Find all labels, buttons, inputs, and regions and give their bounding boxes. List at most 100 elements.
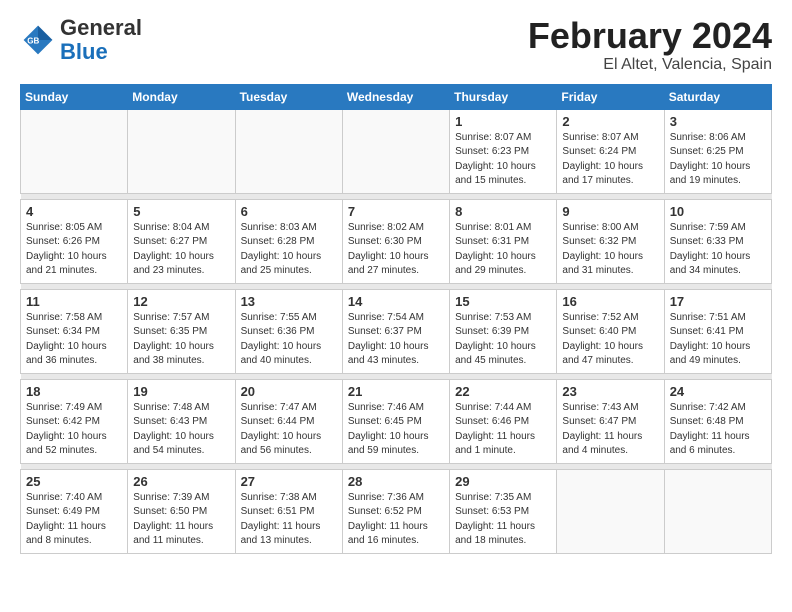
- day-number: 17: [670, 294, 766, 309]
- calendar-day-cell: 9 Sunrise: 8:00 AMSunset: 6:32 PMDaylight…: [557, 199, 664, 283]
- calendar-day-cell: 13 Sunrise: 7:55 AMSunset: 6:36 PMDayligh…: [235, 289, 342, 373]
- day-info: Sunrise: 7:43 AMSunset: 6:47 PMDaylight:…: [562, 401, 658, 459]
- day-info: Sunrise: 7:42 AMSunset: 6:48 PMDaylight:…: [670, 401, 766, 459]
- calendar-day-cell: 5 Sunrise: 8:04 AMSunset: 6:27 PMDaylight…: [128, 199, 235, 283]
- weekday-header: Sunday: [21, 84, 128, 109]
- calendar-day-cell: 6 Sunrise: 8:03 AMSunset: 6:28 PMDaylight…: [235, 199, 342, 283]
- day-number: 6: [241, 204, 337, 219]
- day-number: 26: [133, 474, 229, 489]
- calendar-day-cell: 14 Sunrise: 7:54 AMSunset: 6:37 PMDayligh…: [342, 289, 449, 373]
- day-info: Sunrise: 7:58 AMSunset: 6:34 PMDaylight:…: [26, 311, 122, 369]
- calendar-day-cell: 1Sunrise: 8:07 AMSunset: 6:23 PMDaylight…: [450, 109, 557, 193]
- calendar-day-cell: 28 Sunrise: 7:36 AMSunset: 6:52 PMDayligh…: [342, 469, 449, 553]
- calendar-day-cell: 25 Sunrise: 7:40 AMSunset: 6:49 PMDayligh…: [21, 469, 128, 553]
- calendar-day-cell: 10 Sunrise: 7:59 AMSunset: 6:33 PMDayligh…: [664, 199, 771, 283]
- title-block: February 2024 El Altet, Valencia, Spain: [528, 16, 772, 74]
- day-info: Sunrise: 8:03 AMSunset: 6:28 PMDaylight:…: [241, 221, 337, 279]
- day-number: 12: [133, 294, 229, 309]
- day-number: 7: [348, 204, 444, 219]
- svg-text:GB: GB: [27, 37, 39, 46]
- day-number: 16: [562, 294, 658, 309]
- calendar-day-cell: 23 Sunrise: 7:43 AMSunset: 6:47 PMDayligh…: [557, 379, 664, 463]
- calendar-day-cell: [128, 109, 235, 193]
- calendar-title: February 2024: [528, 16, 772, 56]
- day-number: 27: [241, 474, 337, 489]
- day-number: 25: [26, 474, 122, 489]
- day-info: Sunrise: 7:55 AMSunset: 6:36 PMDaylight:…: [241, 311, 337, 369]
- calendar-day-cell: 3Sunrise: 8:06 AMSunset: 6:25 PMDaylight…: [664, 109, 771, 193]
- calendar-day-cell: 24 Sunrise: 7:42 AMSunset: 6:48 PMDayligh…: [664, 379, 771, 463]
- weekday-header: Friday: [557, 84, 664, 109]
- weekday-header: Thursday: [450, 84, 557, 109]
- day-number: 28: [348, 474, 444, 489]
- day-info: Sunrise: 7:36 AMSunset: 6:52 PMDaylight:…: [348, 491, 444, 549]
- calendar-day-cell: 15 Sunrise: 7:53 AMSunset: 6:39 PMDayligh…: [450, 289, 557, 373]
- calendar-day-cell: 20 Sunrise: 7:47 AMSunset: 6:44 PMDayligh…: [235, 379, 342, 463]
- calendar-day-cell: 4 Sunrise: 8:05 AMSunset: 6:26 PMDaylight…: [21, 199, 128, 283]
- day-info: Sunrise: 8:05 AMSunset: 6:26 PMDaylight:…: [26, 221, 122, 279]
- calendar-week-row: 25 Sunrise: 7:40 AMSunset: 6:49 PMDayligh…: [21, 469, 772, 553]
- day-info: Sunrise: 8:07 AMSunset: 6:24 PMDaylight:…: [562, 131, 658, 189]
- day-number: 14: [348, 294, 444, 309]
- calendar-day-cell: [235, 109, 342, 193]
- calendar-day-cell: [21, 109, 128, 193]
- day-info: Sunrise: 7:47 AMSunset: 6:44 PMDaylight:…: [241, 401, 337, 459]
- day-info: Sunrise: 7:53 AMSunset: 6:39 PMDaylight:…: [455, 311, 551, 369]
- calendar-day-cell: 18Sunrise: 7:49 AMSunset: 6:42 PMDayligh…: [21, 379, 128, 463]
- day-info: Sunrise: 7:40 AMSunset: 6:49 PMDaylight:…: [26, 491, 122, 549]
- day-info: Sunrise: 7:44 AMSunset: 6:46 PMDaylight:…: [455, 401, 551, 459]
- day-number: 20: [241, 384, 337, 399]
- day-number: 8: [455, 204, 551, 219]
- calendar-day-cell: 2 Sunrise: 8:07 AMSunset: 6:24 PMDaylight…: [557, 109, 664, 193]
- day-info: Sunrise: 7:51 AMSunset: 6:41 PMDaylight:…: [670, 311, 766, 369]
- calendar-subtitle: El Altet, Valencia, Spain: [528, 56, 772, 74]
- day-number: 9: [562, 204, 658, 219]
- calendar-day-cell: [342, 109, 449, 193]
- calendar-day-cell: 8Sunrise: 8:01 AMSunset: 6:31 PMDaylight…: [450, 199, 557, 283]
- day-info: Sunrise: 7:54 AMSunset: 6:37 PMDaylight:…: [348, 311, 444, 369]
- day-number: 18: [26, 384, 122, 399]
- day-info: Sunrise: 7:39 AMSunset: 6:50 PMDaylight:…: [133, 491, 229, 549]
- day-number: 15: [455, 294, 551, 309]
- calendar-day-cell: 16 Sunrise: 7:52 AMSunset: 6:40 PMDayligh…: [557, 289, 664, 373]
- calendar-week-row: 4 Sunrise: 8:05 AMSunset: 6:26 PMDaylight…: [21, 199, 772, 283]
- calendar-day-cell: 11 Sunrise: 7:58 AMSunset: 6:34 PMDayligh…: [21, 289, 128, 373]
- day-number: 4: [26, 204, 122, 219]
- day-info: Sunrise: 8:06 AMSunset: 6:25 PMDaylight:…: [670, 131, 766, 189]
- calendar-day-cell: 26 Sunrise: 7:39 AMSunset: 6:50 PMDayligh…: [128, 469, 235, 553]
- day-info: Sunrise: 7:38 AMSunset: 6:51 PMDaylight:…: [241, 491, 337, 549]
- logo-text: General Blue: [60, 16, 142, 64]
- day-number: 21: [348, 384, 444, 399]
- day-number: 2: [562, 114, 658, 129]
- day-info: Sunrise: 7:52 AMSunset: 6:40 PMDaylight:…: [562, 311, 658, 369]
- calendar-day-cell: 7 Sunrise: 8:02 AMSunset: 6:30 PMDaylight…: [342, 199, 449, 283]
- calendar-day-cell: [664, 469, 771, 553]
- weekday-header: Wednesday: [342, 84, 449, 109]
- calendar-week-row: 11 Sunrise: 7:58 AMSunset: 6:34 PMDayligh…: [21, 289, 772, 373]
- page-header: GB General Blue February 2024 El Altet, …: [20, 16, 772, 74]
- page-container: GB General Blue February 2024 El Altet, …: [0, 0, 792, 564]
- calendar-day-cell: 19Sunrise: 7:48 AMSunset: 6:43 PMDayligh…: [128, 379, 235, 463]
- day-info: Sunrise: 8:00 AMSunset: 6:32 PMDaylight:…: [562, 221, 658, 279]
- logo-icon: GB: [20, 22, 56, 58]
- weekday-header: Monday: [128, 84, 235, 109]
- day-number: 1: [455, 114, 551, 129]
- day-info: Sunrise: 7:59 AMSunset: 6:33 PMDaylight:…: [670, 221, 766, 279]
- calendar-week-row: 1Sunrise: 8:07 AMSunset: 6:23 PMDaylight…: [21, 109, 772, 193]
- day-info: Sunrise: 7:35 AMSunset: 6:53 PMDaylight:…: [455, 491, 551, 549]
- day-number: 13: [241, 294, 337, 309]
- day-info: Sunrise: 7:46 AMSunset: 6:45 PMDaylight:…: [348, 401, 444, 459]
- day-info: Sunrise: 8:02 AMSunset: 6:30 PMDaylight:…: [348, 221, 444, 279]
- day-number: 5: [133, 204, 229, 219]
- day-number: 11: [26, 294, 122, 309]
- calendar-day-cell: 21 Sunrise: 7:46 AMSunset: 6:45 PMDayligh…: [342, 379, 449, 463]
- weekday-header: Saturday: [664, 84, 771, 109]
- day-number: 29: [455, 474, 551, 489]
- day-number: 23: [562, 384, 658, 399]
- day-number: 24: [670, 384, 766, 399]
- day-info: Sunrise: 7:57 AMSunset: 6:35 PMDaylight:…: [133, 311, 229, 369]
- day-info: Sunrise: 8:04 AMSunset: 6:27 PMDaylight:…: [133, 221, 229, 279]
- day-info: Sunrise: 7:48 AMSunset: 6:43 PMDaylight:…: [133, 401, 229, 459]
- day-number: 10: [670, 204, 766, 219]
- calendar-table: SundayMondayTuesdayWednesdayThursdayFrid…: [20, 84, 772, 554]
